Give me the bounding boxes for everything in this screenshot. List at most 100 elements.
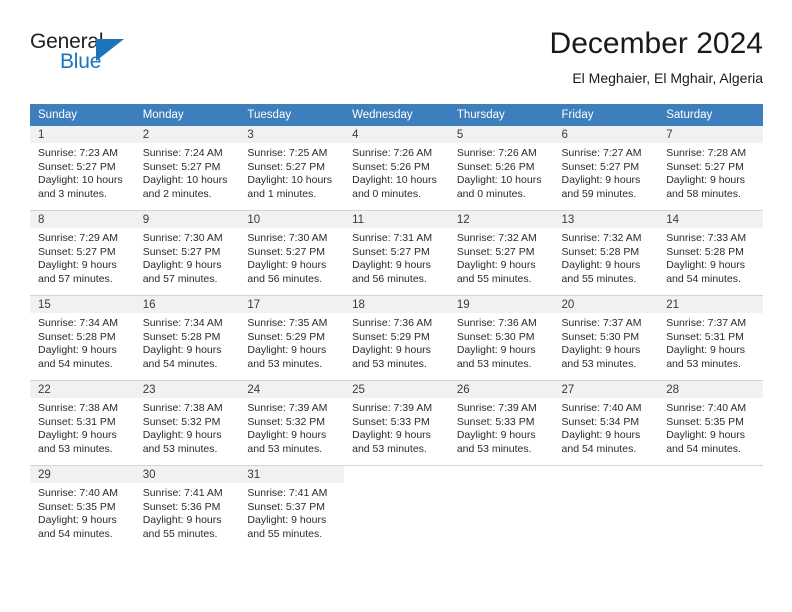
day-number-band: 9 bbox=[134, 211, 240, 228]
sunset-text: Sunset: 5:27 PM bbox=[38, 160, 116, 173]
day-cell[interactable]: 29 Sunrise: 7:40 AM Sunset: 5:35 PM Dayl… bbox=[30, 465, 135, 550]
sunrise-text: Sunrise: 7:36 AM bbox=[352, 317, 433, 329]
day-details: Sunrise: 7:40 AM Sunset: 5:35 PM Dayligh… bbox=[658, 398, 763, 456]
day-details: Sunrise: 7:33 AM Sunset: 5:28 PM Dayligh… bbox=[658, 228, 763, 286]
calendar-week-row: 15 Sunrise: 7:34 AM Sunset: 5:28 PM Dayl… bbox=[30, 295, 763, 381]
sunrise-text: Sunrise: 7:39 AM bbox=[352, 402, 433, 414]
day-number: 31 bbox=[247, 469, 261, 481]
day-details: Sunrise: 7:40 AM Sunset: 5:34 PM Dayligh… bbox=[554, 398, 659, 456]
day-details: Sunrise: 7:41 AM Sunset: 5:37 PM Dayligh… bbox=[239, 483, 344, 541]
sunset-text: Sunset: 5:26 PM bbox=[352, 160, 430, 173]
daylight-text-line1: Daylight: 9 hours bbox=[352, 344, 431, 357]
daylight-text-line1: Daylight: 10 hours bbox=[456, 174, 542, 187]
sunset-text: Sunset: 5:28 PM bbox=[38, 330, 116, 343]
weekday-header-sunday: Sunday bbox=[30, 104, 135, 126]
day-cell[interactable]: 11 Sunrise: 7:31 AM Sunset: 5:27 PM Dayl… bbox=[344, 210, 449, 296]
daylight-text-line1: Daylight: 10 hours bbox=[247, 174, 333, 187]
day-number: 26 bbox=[456, 384, 470, 396]
day-cell[interactable]: 31 Sunrise: 7:41 AM Sunset: 5:37 PM Dayl… bbox=[239, 465, 345, 550]
day-cell[interactable]: 28 Sunrise: 7:40 AM Sunset: 5:35 PM Dayl… bbox=[658, 380, 763, 466]
day-number: 30 bbox=[142, 469, 156, 481]
day-cell[interactable]: 4 Sunrise: 7:26 AM Sunset: 5:26 PM Dayli… bbox=[344, 126, 449, 211]
day-cell[interactable]: 26 Sunrise: 7:39 AM Sunset: 5:33 PM Dayl… bbox=[448, 380, 554, 466]
day-cell[interactable]: 15 Sunrise: 7:34 AM Sunset: 5:28 PM Dayl… bbox=[30, 295, 135, 381]
day-cell[interactable]: 1 Sunrise: 7:23 AM Sunset: 5:27 PM Dayli… bbox=[30, 126, 135, 211]
daylight-text-line1: Daylight: 9 hours bbox=[247, 259, 327, 272]
day-details: Sunrise: 7:27 AM Sunset: 5:27 PM Dayligh… bbox=[554, 143, 659, 201]
day-number-band: 1 bbox=[30, 126, 135, 143]
daylight-text-line2: and 53 minutes. bbox=[142, 442, 218, 455]
day-cell[interactable]: 14 Sunrise: 7:33 AM Sunset: 5:28 PM Dayl… bbox=[658, 210, 763, 296]
sunrise-text: Sunrise: 7:40 AM bbox=[666, 402, 747, 414]
sunrise-text: Sunrise: 7:34 AM bbox=[38, 317, 118, 329]
day-cell[interactable]: 13 Sunrise: 7:32 AM Sunset: 5:28 PM Dayl… bbox=[553, 210, 659, 296]
day-cell[interactable]: 19 Sunrise: 7:36 AM Sunset: 5:30 PM Dayl… bbox=[448, 295, 554, 381]
sunset-text: Sunset: 5:35 PM bbox=[666, 415, 744, 428]
day-cell[interactable]: 17 Sunrise: 7:35 AM Sunset: 5:29 PM Dayl… bbox=[239, 295, 345, 381]
day-details: Sunrise: 7:23 AM Sunset: 5:27 PM Dayligh… bbox=[30, 143, 135, 201]
day-details: Sunrise: 7:38 AM Sunset: 5:31 PM Dayligh… bbox=[30, 398, 135, 456]
day-details: Sunrise: 7:29 AM Sunset: 5:27 PM Dayligh… bbox=[30, 228, 135, 286]
day-cell[interactable]: 8 Sunrise: 7:29 AM Sunset: 5:27 PM Dayli… bbox=[30, 210, 135, 296]
sunset-text: Sunset: 5:34 PM bbox=[561, 415, 640, 428]
daylight-text-line2: and 0 minutes. bbox=[456, 187, 526, 200]
sunrise-text: Sunrise: 7:35 AM bbox=[247, 317, 328, 329]
day-number: 13 bbox=[561, 214, 575, 226]
calendar-table: Sunday Monday Tuesday Wednesday Thursday… bbox=[30, 104, 763, 550]
daylight-text-line1: Daylight: 9 hours bbox=[561, 429, 641, 442]
weekday-header-wednesday: Wednesday bbox=[344, 104, 449, 126]
day-cell[interactable]: 16 Sunrise: 7:34 AM Sunset: 5:28 PM Dayl… bbox=[134, 295, 240, 381]
daylight-text-line2: and 53 minutes. bbox=[666, 357, 741, 370]
day-number-band: 10 bbox=[239, 211, 345, 228]
day-cell[interactable]: 6 Sunrise: 7:27 AM Sunset: 5:27 PM Dayli… bbox=[553, 126, 659, 211]
day-number: 22 bbox=[38, 384, 51, 396]
sunset-text: Sunset: 5:27 PM bbox=[352, 245, 430, 258]
sunset-text: Sunset: 5:30 PM bbox=[456, 330, 535, 343]
day-cell[interactable]: 20 Sunrise: 7:37 AM Sunset: 5:30 PM Dayl… bbox=[553, 295, 659, 381]
daylight-text-line1: Daylight: 9 hours bbox=[247, 344, 327, 357]
day-cell[interactable]: 9 Sunrise: 7:30 AM Sunset: 5:27 PM Dayli… bbox=[134, 210, 240, 296]
day-number: 15 bbox=[38, 299, 51, 311]
day-number-band bbox=[448, 466, 554, 483]
sunset-text: Sunset: 5:33 PM bbox=[456, 415, 535, 428]
general-blue-logo[interactable]: General Blue bbox=[30, 30, 150, 82]
day-details: Sunrise: 7:37 AM Sunset: 5:30 PM Dayligh… bbox=[554, 313, 659, 371]
daylight-text-line1: Daylight: 9 hours bbox=[456, 429, 536, 442]
day-number-band: 22 bbox=[30, 381, 135, 398]
day-cell[interactable]: 27 Sunrise: 7:40 AM Sunset: 5:34 PM Dayl… bbox=[553, 380, 659, 466]
day-cell[interactable]: 21 Sunrise: 7:37 AM Sunset: 5:31 PM Dayl… bbox=[658, 295, 763, 381]
sunrise-text: Sunrise: 7:40 AM bbox=[561, 402, 642, 414]
daylight-text-line1: Daylight: 9 hours bbox=[666, 259, 746, 272]
day-cell[interactable]: 30 Sunrise: 7:41 AM Sunset: 5:36 PM Dayl… bbox=[134, 465, 240, 550]
sunrise-text: Sunrise: 7:37 AM bbox=[666, 317, 747, 329]
day-cell[interactable]: 25 Sunrise: 7:39 AM Sunset: 5:33 PM Dayl… bbox=[344, 380, 449, 466]
day-cell[interactable]: 3 Sunrise: 7:25 AM Sunset: 5:27 PM Dayli… bbox=[239, 126, 345, 211]
day-details: Sunrise: 7:41 AM Sunset: 5:36 PM Dayligh… bbox=[135, 483, 240, 541]
day-number: 25 bbox=[352, 384, 365, 396]
daylight-text-line1: Daylight: 9 hours bbox=[561, 174, 641, 187]
daylight-text-line1: Daylight: 9 hours bbox=[352, 259, 431, 272]
day-cell[interactable]: 12 Sunrise: 7:32 AM Sunset: 5:27 PM Dayl… bbox=[448, 210, 554, 296]
day-cell[interactable]: 18 Sunrise: 7:36 AM Sunset: 5:29 PM Dayl… bbox=[344, 295, 449, 381]
sunset-text: Sunset: 5:28 PM bbox=[561, 245, 640, 258]
day-cell[interactable]: 10 Sunrise: 7:30 AM Sunset: 5:27 PM Dayl… bbox=[239, 210, 345, 296]
day-number-band bbox=[553, 466, 659, 483]
day-number: 28 bbox=[666, 384, 680, 396]
daylight-text-line1: Daylight: 9 hours bbox=[352, 429, 431, 442]
sunset-text: Sunset: 5:37 PM bbox=[247, 500, 326, 513]
daylight-text-line2: and 59 minutes. bbox=[561, 187, 637, 200]
day-details: Sunrise: 7:34 AM Sunset: 5:28 PM Dayligh… bbox=[30, 313, 135, 371]
day-cell[interactable]: 7 Sunrise: 7:28 AM Sunset: 5:27 PM Dayli… bbox=[658, 126, 763, 211]
day-cell[interactable]: 23 Sunrise: 7:38 AM Sunset: 5:32 PM Dayl… bbox=[134, 380, 240, 466]
daylight-text-line2: and 54 minutes. bbox=[561, 442, 637, 455]
day-cell[interactable]: 24 Sunrise: 7:39 AM Sunset: 5:32 PM Dayl… bbox=[239, 380, 345, 466]
day-number-band: 12 bbox=[448, 211, 554, 228]
day-number-band: 8 bbox=[30, 211, 135, 228]
daylight-text-line2: and 3 minutes. bbox=[38, 187, 107, 200]
day-cell[interactable]: 2 Sunrise: 7:24 AM Sunset: 5:27 PM Dayli… bbox=[134, 126, 240, 211]
sunrise-text: Sunrise: 7:26 AM bbox=[456, 147, 537, 159]
day-number-band: 24 bbox=[239, 381, 345, 398]
day-cell[interactable]: 5 Sunrise: 7:26 AM Sunset: 5:26 PM Dayli… bbox=[448, 126, 554, 211]
day-details: Sunrise: 7:40 AM Sunset: 5:35 PM Dayligh… bbox=[30, 483, 135, 541]
day-cell[interactable]: 22 Sunrise: 7:38 AM Sunset: 5:31 PM Dayl… bbox=[30, 380, 135, 466]
